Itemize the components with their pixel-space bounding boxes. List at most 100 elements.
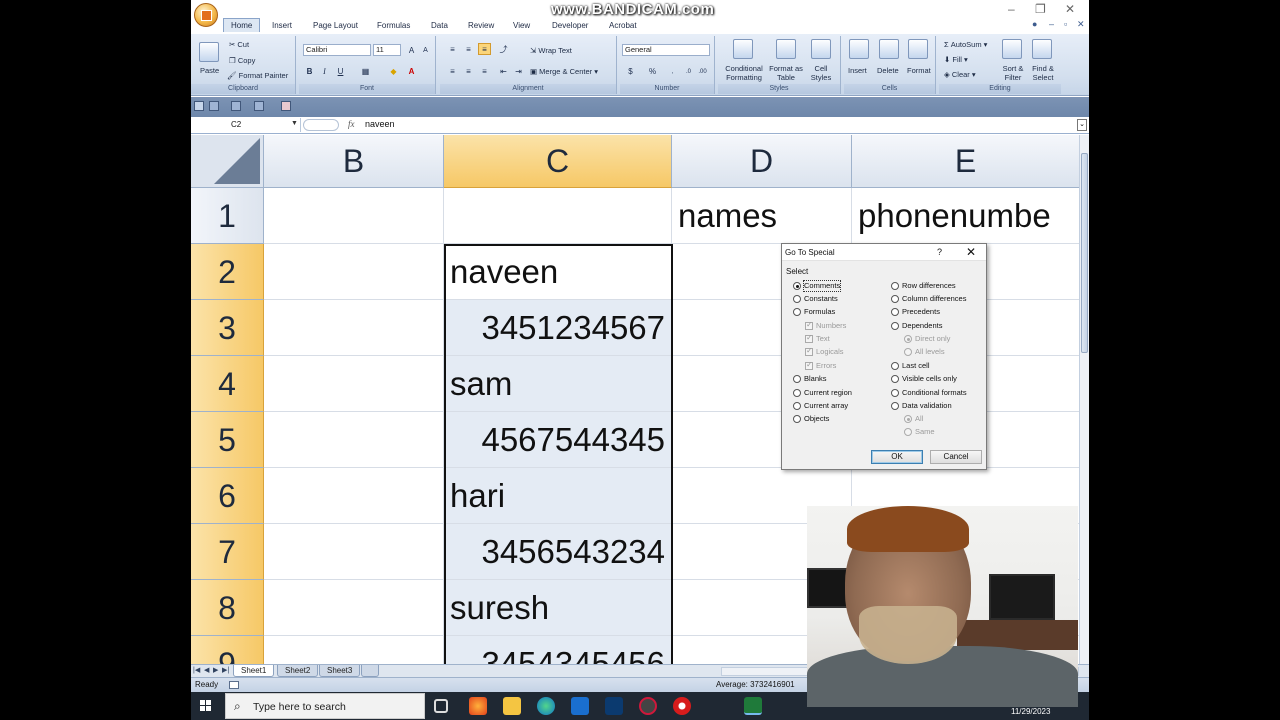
wrap-text-button[interactable]: ⇲ Wrap Text <box>530 46 572 55</box>
mail-icon[interactable] <box>605 697 623 715</box>
cell-b3[interactable] <box>264 300 444 356</box>
last-sheet-icon[interactable]: ▶| <box>222 666 229 674</box>
underline-button[interactable]: U <box>334 65 347 77</box>
file-explorer-icon[interactable] <box>503 697 521 715</box>
tab-insert[interactable]: Insert <box>265 19 299 32</box>
save-icon[interactable] <box>194 101 204 111</box>
grow-font-icon[interactable]: A <box>405 44 418 56</box>
fill-button[interactable]: ⬇ Fill ▾ <box>944 55 968 64</box>
column-header-e[interactable]: E <box>852 135 1079 188</box>
sheet-tab-3[interactable]: Sheet3 <box>319 665 361 677</box>
align-right-icon[interactable]: ≡ <box>478 65 491 77</box>
cell-c2[interactable]: naveen <box>444 244 672 300</box>
tab-view[interactable]: View <box>506 19 537 32</box>
column-header-c[interactable]: C <box>444 135 672 188</box>
font-size-combo[interactable]: 11 <box>373 44 401 56</box>
next-sheet-icon[interactable]: ▶ <box>213 666 218 674</box>
sort-filter-button[interactable]: Sort & Filter <box>999 64 1027 82</box>
prev-sheet-icon[interactable]: ◀ <box>204 666 209 674</box>
row-header-1[interactable]: 1 <box>191 188 264 244</box>
cell-c6[interactable]: hari <box>444 468 672 524</box>
format-as-table-button[interactable]: Format as Table <box>768 64 804 82</box>
tab-formulas[interactable]: Formulas <box>370 19 417 32</box>
borders-icon[interactable]: ▦ <box>359 65 372 77</box>
percent-button[interactable]: % <box>646 65 659 77</box>
dialog-close-icon[interactable]: ✕ <box>966 245 976 259</box>
decrease-indent-icon[interactable]: ⇤ <box>497 65 510 77</box>
format-cells-icon[interactable] <box>908 39 928 59</box>
cell-b9[interactable] <box>264 636 444 664</box>
row-header-2[interactable]: 2 <box>191 244 264 300</box>
merge-center-button[interactable]: ▣ Merge & Center ▾ <box>530 67 598 76</box>
conditional-formatting-icon[interactable] <box>733 39 753 59</box>
minimize-icon[interactable]: – <box>1008 2 1015 16</box>
format-painter-button[interactable]: 🖌 Format Painter <box>227 71 288 80</box>
select-all-corner[interactable] <box>191 135 264 188</box>
cell-c3[interactable]: 3451234567 <box>444 300 672 356</box>
opera-icon[interactable] <box>639 697 657 715</box>
undo-icon[interactable] <box>209 101 219 111</box>
paste-button[interactable]: Paste <box>200 66 219 75</box>
cell-b4[interactable] <box>264 356 444 412</box>
cell-b5[interactable] <box>264 412 444 468</box>
tab-data[interactable]: Data <box>424 19 455 32</box>
copy-button[interactable]: ❐ Copy <box>229 56 255 65</box>
align-top-icon[interactable]: ≡ <box>446 43 459 55</box>
cell-c9[interactable]: 3454345456 <box>444 636 672 664</box>
row-header-3[interactable]: 3 <box>191 300 264 356</box>
number-format-combo[interactable]: General <box>622 44 710 56</box>
vertical-scrollbar[interactable] <box>1079 135 1089 664</box>
format-as-table-icon[interactable] <box>776 39 796 59</box>
help-icon[interactable]: ● <box>1032 19 1037 29</box>
close-icon[interactable]: ✕ <box>1065 2 1075 16</box>
increase-decimal-icon[interactable]: .0 <box>682 65 695 77</box>
row-header-7[interactable]: 7 <box>191 524 264 580</box>
task-view-icon[interactable] <box>434 699 448 713</box>
cell-c4[interactable]: sam <box>444 356 672 412</box>
font-color-icon[interactable]: A <box>405 65 418 77</box>
align-left-icon[interactable]: ≡ <box>446 65 459 77</box>
cell-d1[interactable]: names <box>672 188 852 244</box>
qat-customize-icon[interactable] <box>281 101 291 111</box>
row-header-9[interactable]: 9 <box>191 636 264 664</box>
cell-b6[interactable] <box>264 468 444 524</box>
redo-icon[interactable] <box>231 101 241 111</box>
qat-item-icon[interactable] <box>254 101 264 111</box>
row-header-5[interactable]: 5 <box>191 412 264 468</box>
orientation-icon[interactable]: ⤴ <box>497 43 510 55</box>
cell-b8[interactable] <box>264 580 444 636</box>
cell-b1[interactable] <box>264 188 444 244</box>
edge-icon[interactable] <box>537 697 555 715</box>
vertical-scroll-thumb[interactable] <box>1081 153 1088 353</box>
ribbon-restore-icon[interactable]: ▫ <box>1064 19 1067 29</box>
format-cells-button[interactable]: Format <box>907 66 931 75</box>
name-box-dropdown-icon[interactable]: ▼ <box>291 120 298 127</box>
cell-styles-button[interactable]: Cell Styles <box>807 64 835 82</box>
column-header-d[interactable]: D <box>672 135 852 188</box>
taskbar-search-box[interactable]: ⌕ Type here to search <box>225 693 425 719</box>
find-select-icon[interactable] <box>1032 39 1052 59</box>
sort-filter-icon[interactable] <box>1002 39 1022 59</box>
office-button[interactable] <box>194 3 218 27</box>
cell-c8[interactable]: suresh <box>444 580 672 636</box>
italic-button[interactable]: I <box>318 65 331 77</box>
cell-c7[interactable]: 3456543234 <box>444 524 672 580</box>
name-box[interactable]: C2 <box>191 118 301 132</box>
decrease-decimal-icon[interactable]: .00 <box>696 65 709 77</box>
delete-cells-icon[interactable] <box>879 39 899 59</box>
row-header-6[interactable]: 6 <box>191 468 264 524</box>
insert-function-button[interactable]: fx <box>348 119 355 129</box>
store-icon[interactable] <box>571 697 589 715</box>
shrink-font-icon[interactable]: A <box>419 44 432 56</box>
align-center-icon[interactable]: ≡ <box>462 65 475 77</box>
fill-color-icon[interactable]: ◆ <box>387 65 400 77</box>
delete-cells-button[interactable]: Delete <box>877 66 899 75</box>
find-select-button[interactable]: Find & Select <box>1029 64 1057 82</box>
sheet-tab-2[interactable]: Sheet2 <box>277 665 319 677</box>
cell-c5[interactable]: 4567544345 <box>444 412 672 468</box>
clear-button[interactable]: ◈ Clear ▾ <box>944 70 976 79</box>
column-header-b[interactable]: B <box>264 135 444 188</box>
tab-acrobat[interactable]: Acrobat <box>602 19 644 32</box>
tab-page-layout[interactable]: Page Layout <box>306 19 365 32</box>
first-sheet-icon[interactable]: |◀ <box>193 666 200 674</box>
